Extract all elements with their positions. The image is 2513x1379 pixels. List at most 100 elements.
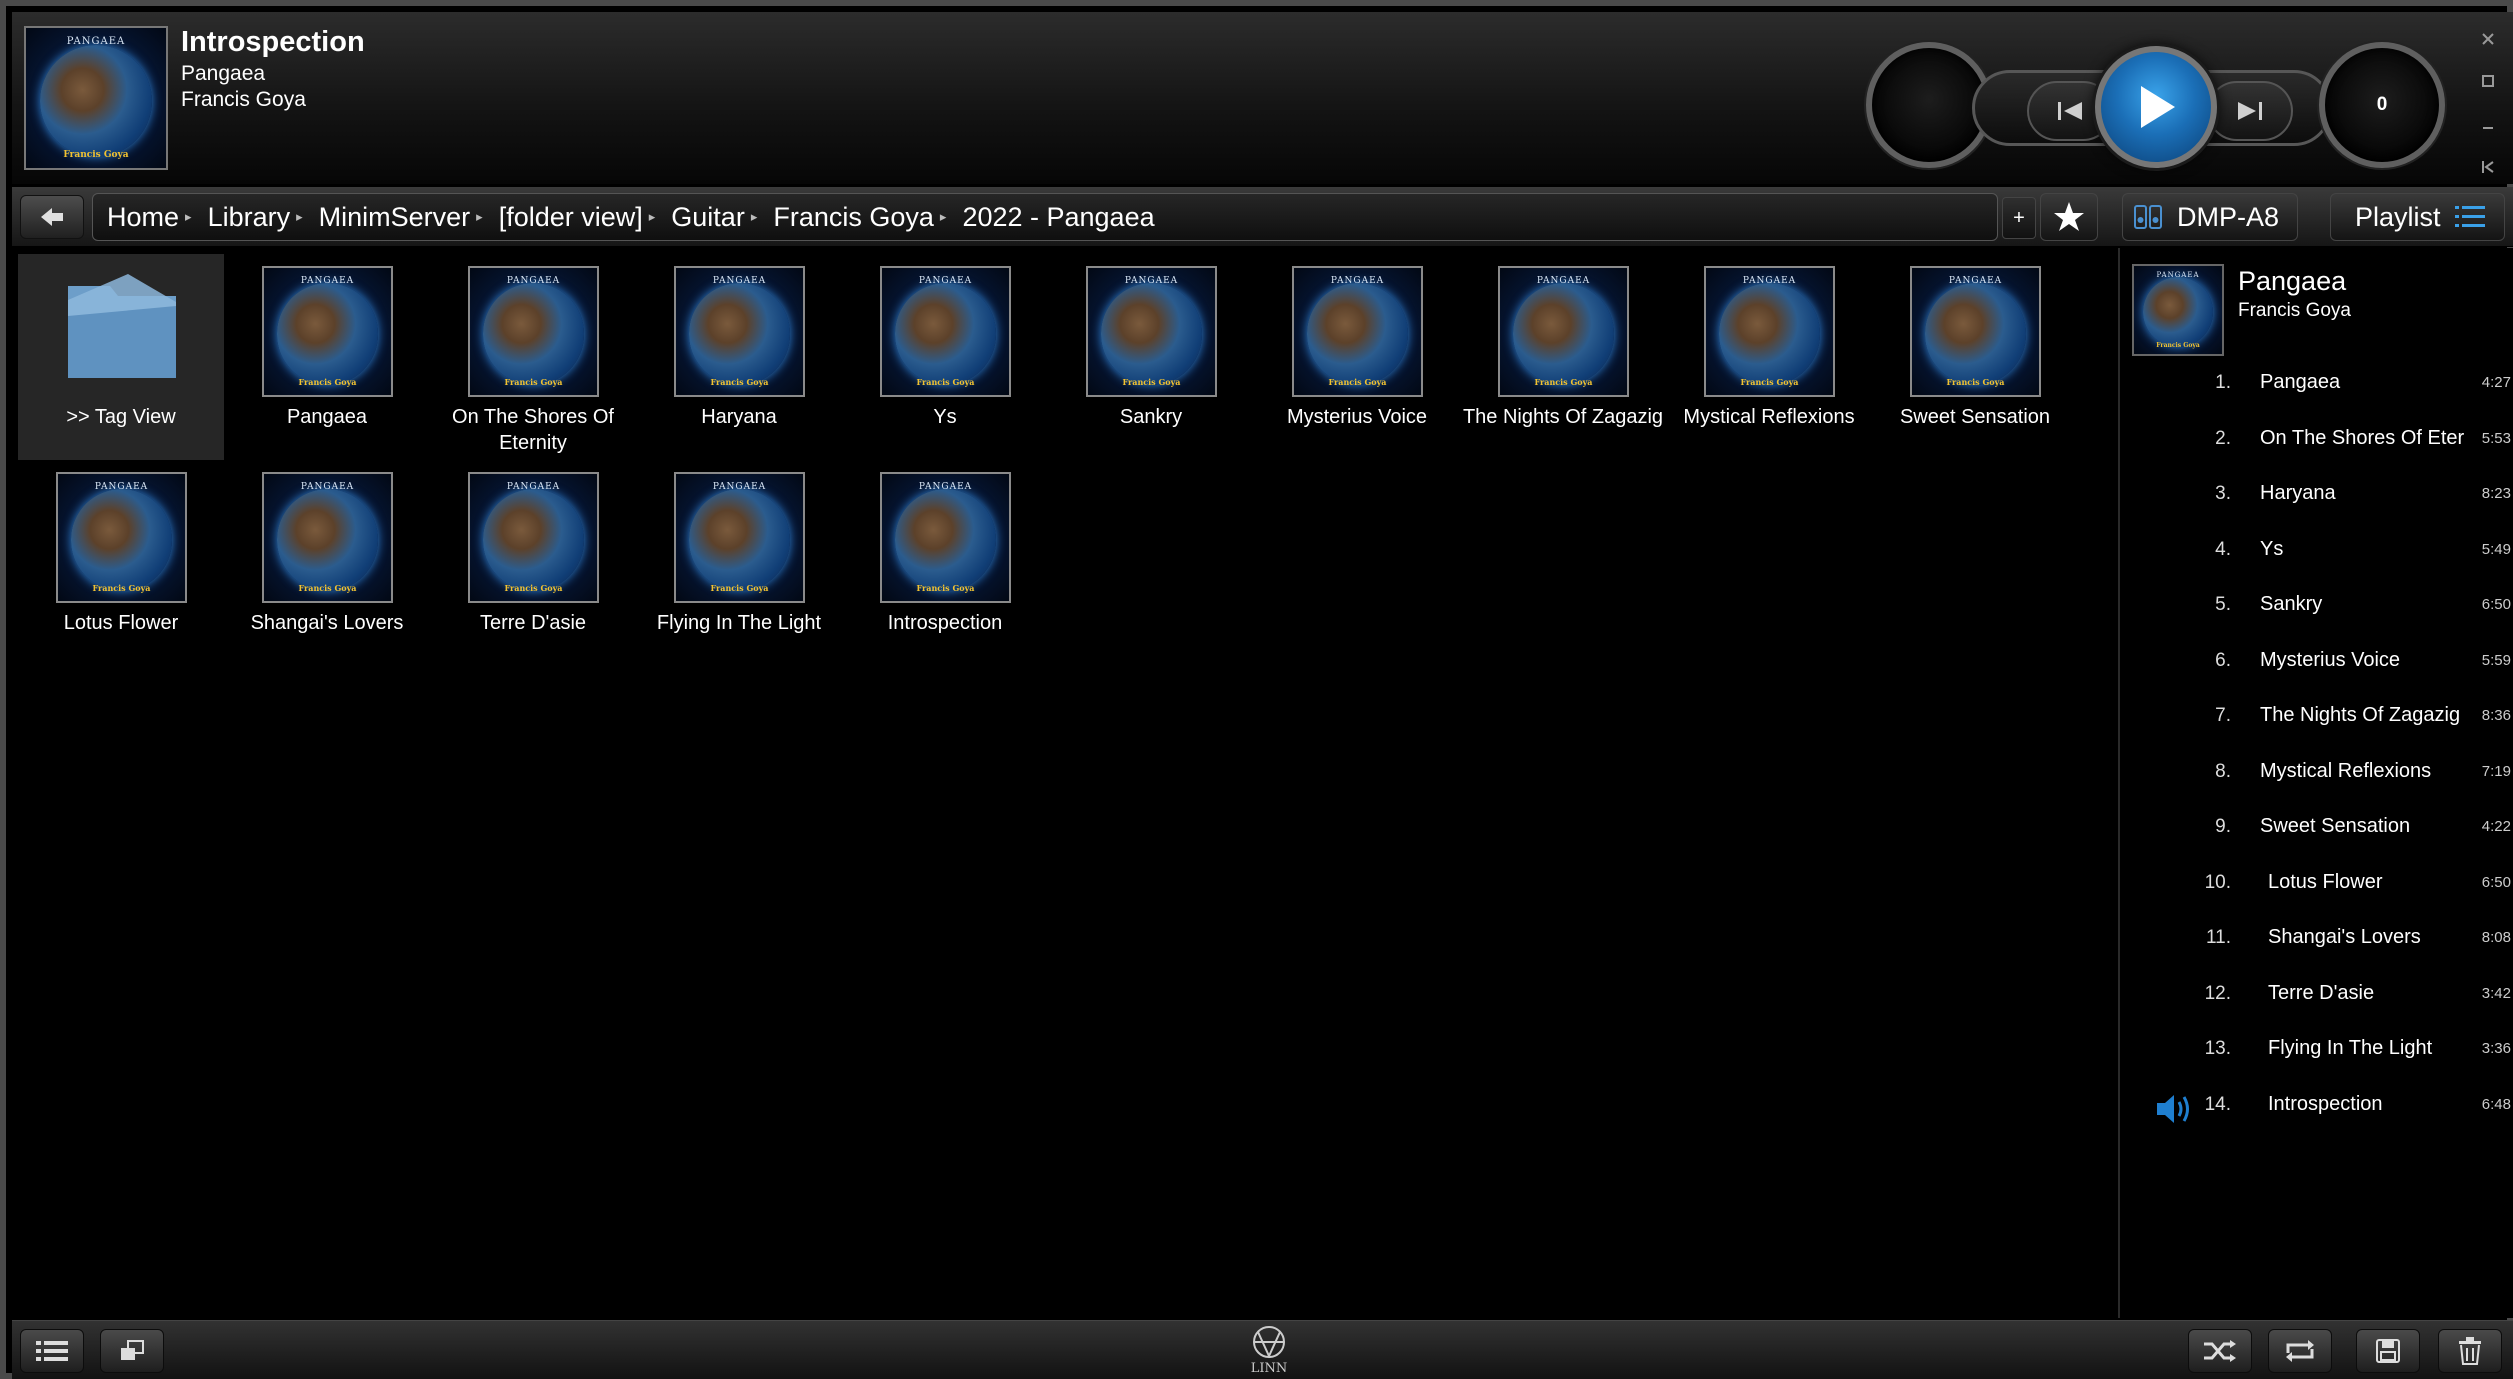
- now-playing-bar: PANGAEA Francis Goya Introspection Panga…: [12, 12, 2513, 184]
- track-number-text: 12.: [2204, 982, 2231, 1004]
- mini-mode-button[interactable]: [2475, 154, 2501, 180]
- repeat-button[interactable]: [2268, 1329, 2332, 1373]
- cover-title-text: PANGAEA: [918, 275, 973, 286]
- cover-artist-text: Francis Goya: [2156, 341, 2200, 349]
- playlist-track[interactable]: 13. Flying In The Light 3:36: [2120, 1026, 2513, 1081]
- playlist-panel: PANGAEA Francis Goya Pangaea Francis Goy…: [2118, 248, 2513, 1318]
- breadcrumb-separator-icon: ▸: [476, 209, 483, 224]
- room-selector-button[interactable]: DMP-A8: [2122, 193, 2298, 241]
- album-tile[interactable]: PANGAEA Francis Goya On The Shores Of Ete…: [430, 254, 636, 460]
- album-tile[interactable]: PANGAEA Francis Goya Sweet Sensation: [1872, 254, 2078, 460]
- breadcrumb-guitar[interactable]: Guitar: [671, 202, 745, 233]
- cover-artist-text: Francis Goya: [710, 377, 769, 388]
- cover-title-text: PANGAEA: [1124, 275, 1179, 286]
- bottom-toolbar: LINN: [12, 1320, 2513, 1379]
- back-button[interactable]: [20, 195, 84, 239]
- tile-label: Shangai's Lovers: [250, 612, 404, 634]
- album-cover: PANGAEA Francis Goya: [1498, 266, 1629, 397]
- volume-knob[interactable]: 0: [2319, 42, 2445, 168]
- breadcrumb-library[interactable]: Library: [208, 202, 291, 233]
- track-title: On The Shores Of Eternity: [2260, 426, 2464, 449]
- playlist-album-artist: Francis Goya: [2238, 300, 2351, 321]
- album-tile[interactable]: PANGAEA Francis Goya Lotus Flower: [18, 460, 224, 666]
- play-button[interactable]: [2095, 46, 2217, 168]
- playlist-track[interactable]: 6. Mysterius Voice 5:59: [2120, 638, 2513, 693]
- track-title: Introspection: [2268, 1092, 2383, 1115]
- cover-artist-text: Francis Goya: [63, 149, 129, 160]
- library-browser: >> Tag View PANGAEA Francis Goya Pangaea …: [12, 248, 2116, 1318]
- playlist-track[interactable]: 1. Pangaea 4:27: [2120, 360, 2513, 415]
- tile-label: >> Tag View: [66, 406, 176, 428]
- playlist-track[interactable]: 9. Sweet Sensation 4:22: [2120, 804, 2513, 859]
- album-tile[interactable]: PANGAEA Francis Goya The Nights Of Zagazi…: [1460, 254, 1666, 460]
- speakers-icon: [2134, 205, 2162, 229]
- add-bookmark-button[interactable]: +: [2002, 197, 2036, 239]
- globe-artwork: [1512, 283, 1615, 385]
- album-tile[interactable]: PANGAEA Francis Goya Pangaea: [224, 254, 430, 460]
- album-tile[interactable]: PANGAEA Francis Goya Shangai's Lovers: [224, 460, 430, 666]
- minimize-window-button[interactable]: [2475, 112, 2501, 138]
- album-tile[interactable]: PANGAEA Francis Goya Haryana: [636, 254, 842, 460]
- album-tile[interactable]: PANGAEA Francis Goya Terre D'asie: [430, 460, 636, 666]
- playlist-track[interactable]: 5. Sankry 6:50: [2120, 582, 2513, 637]
- play-icon: [2141, 86, 2175, 128]
- tile-label: Flying In The Light: [656, 612, 822, 634]
- playlist-album-cover: PANGAEA Francis Goya: [2132, 264, 2224, 356]
- playlist-track[interactable]: 12. Terre D'asie 3:42: [2120, 971, 2513, 1026]
- room-name: DMP-A8: [2177, 201, 2280, 232]
- album-cover: PANGAEA Francis Goya: [468, 472, 599, 603]
- album-tile[interactable]: PANGAEA Francis Goya Flying In The Light: [636, 460, 842, 666]
- tile-label: Introspection: [887, 612, 1003, 634]
- playlist-track[interactable]: 4. Ys 5:49: [2120, 527, 2513, 582]
- playlist-track[interactable]: 10. Lotus Flower 6:50: [2120, 860, 2513, 915]
- breadcrumb-separator-icon: ▸: [750, 209, 758, 224]
- playlist-track[interactable]: 7. The Nights Of Zagazig 8:36: [2120, 693, 2513, 748]
- cover-artist-text: Francis Goya: [1534, 377, 1593, 388]
- breadcrumb-artist[interactable]: Francis Goya: [773, 202, 934, 233]
- minimize-icon: [2483, 127, 2493, 129]
- track-number-text: 1.: [2215, 372, 2231, 393]
- trash-icon: [2459, 1337, 2481, 1365]
- now-playing-cover[interactable]: PANGAEA Francis Goya: [24, 26, 168, 170]
- folder-icon: [68, 274, 176, 378]
- playlist-track[interactable]: 2. On The Shores Of Eternity 5:53: [2120, 416, 2513, 471]
- playlist-track[interactable]: 14. Introspection 6:48: [2120, 1082, 2513, 1137]
- breadcrumb-home[interactable]: Home: [107, 202, 179, 233]
- album-tile[interactable]: PANGAEA Francis Goya Sankry: [1048, 254, 1254, 460]
- album-tile[interactable]: PANGAEA Francis Goya Mysterius Voice: [1254, 254, 1460, 460]
- track-title: Sankry: [2260, 593, 2323, 615]
- cover-artist-text: Francis Goya: [1122, 377, 1181, 388]
- tag-view-folder[interactable]: >> Tag View: [18, 254, 224, 460]
- maximize-window-button[interactable]: [2475, 68, 2501, 94]
- album-tile[interactable]: PANGAEA Francis Goya Ys: [842, 254, 1048, 460]
- tile-label: Sankry: [1119, 406, 1183, 428]
- album-tile[interactable]: PANGAEA Francis Goya Mystical Reflexions: [1666, 254, 1872, 460]
- shuffle-button[interactable]: [2188, 1329, 2252, 1373]
- next-track-button[interactable]: [2207, 81, 2293, 141]
- cover-artist-text: Francis Goya: [916, 583, 975, 594]
- windows-icon: [121, 1340, 144, 1360]
- close-icon: [2482, 33, 2494, 45]
- track-title: Mystical Reflexions: [2260, 759, 2432, 782]
- breadcrumb-album[interactable]: 2022 - Pangaea: [962, 202, 1154, 233]
- breadcrumb-minimserver[interactable]: MinimServer: [319, 202, 471, 233]
- track-number-text: 6.: [2215, 649, 2231, 671]
- track-number-text: 14.: [2204, 1093, 2231, 1115]
- playlist-track[interactable]: 8. Mystical Reflexions 7:19: [2120, 749, 2513, 804]
- playlist-track[interactable]: 11. Shangai's Lovers 8:08: [2120, 915, 2513, 970]
- save-icon: [2376, 1339, 2400, 1363]
- album-cover: PANGAEA Francis Goya: [468, 266, 599, 397]
- menu-button[interactable]: [20, 1329, 84, 1373]
- globe-artwork: [1100, 283, 1203, 385]
- album-cover: PANGAEA Francis Goya: [880, 266, 1011, 397]
- album-tile[interactable]: PANGAEA Francis Goya Introspection: [842, 460, 1048, 666]
- playlist-button[interactable]: Playlist: [2330, 193, 2505, 241]
- close-window-button[interactable]: [2475, 26, 2501, 52]
- now-playing-album: Pangaea: [181, 62, 266, 85]
- clear-playlist-button[interactable]: [2438, 1329, 2502, 1373]
- playlist-track[interactable]: 3. Haryana 8:23: [2120, 471, 2513, 526]
- favourite-button[interactable]: [2040, 193, 2098, 241]
- breadcrumb-folder-view[interactable]: [folder view]: [499, 202, 643, 233]
- save-playlist-button[interactable]: [2356, 1329, 2420, 1373]
- window-mode-button[interactable]: [100, 1329, 164, 1373]
